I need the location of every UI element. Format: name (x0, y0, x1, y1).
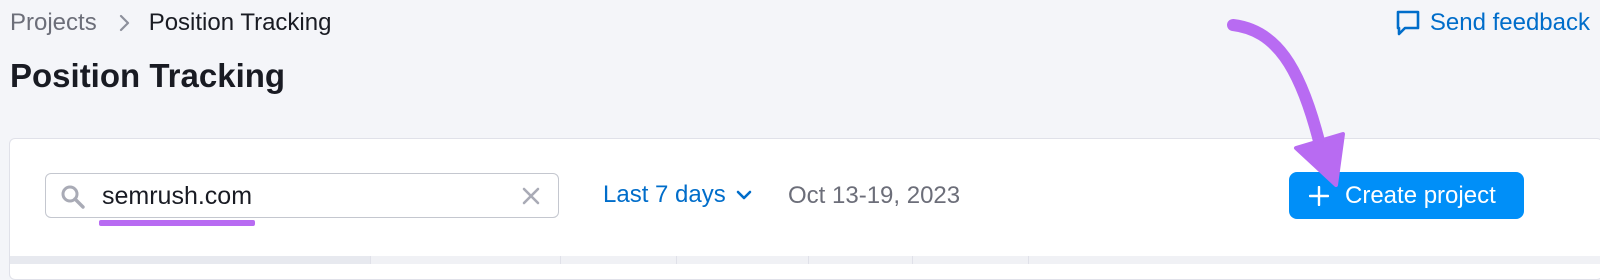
page-title: Position Tracking (10, 57, 286, 94)
plus-icon (1309, 185, 1329, 206)
period-label: Last 7 days (603, 181, 726, 208)
column-divider (370, 256, 371, 264)
clear-icon[interactable] (521, 186, 541, 206)
search-input-value: semrush.com (102, 182, 253, 210)
search-input[interactable]: semrush.com (45, 173, 559, 218)
column-divider (560, 256, 561, 264)
breadcrumb-projects-link[interactable]: Projects (10, 9, 97, 37)
search-annotation-underline (99, 220, 255, 226)
column-divider (912, 256, 913, 264)
column-divider (676, 256, 677, 264)
tab-strip (10, 256, 370, 264)
period-dropdown[interactable]: Last 7 days (603, 181, 752, 209)
date-range-label: Oct 13-19, 2023 (788, 182, 961, 209)
send-feedback-label: Send feedback (1429, 9, 1590, 36)
feedback-chat-icon (1395, 9, 1421, 37)
chevron-right-icon (119, 14, 131, 32)
send-feedback-link[interactable]: Send feedback (1395, 8, 1590, 38)
tab-strip-rest (370, 256, 1600, 264)
column-divider (1028, 256, 1029, 264)
search-icon (60, 184, 86, 210)
create-project-label: Create project (1345, 181, 1496, 209)
breadcrumb: Projects Position Tracking (10, 9, 331, 37)
create-project-button[interactable]: Create project (1289, 172, 1524, 219)
chevron-down-icon (736, 189, 752, 201)
breadcrumb-current: Position Tracking (148, 9, 332, 36)
column-divider (808, 256, 809, 264)
